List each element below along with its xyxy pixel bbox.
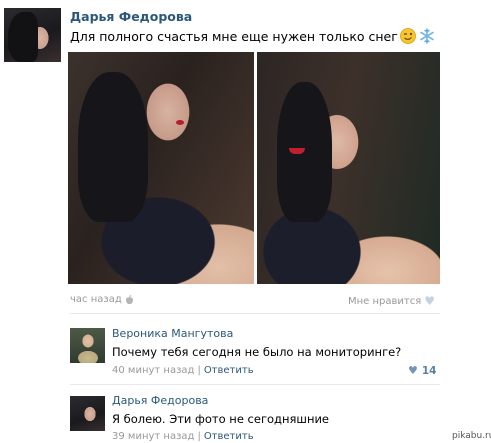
post-like-label: Мне нравится xyxy=(348,295,422,307)
post-meta: час назад xyxy=(70,294,134,305)
comment-like-count: 14 xyxy=(421,364,437,377)
watermark: pikabu.ru xyxy=(450,431,491,441)
comment-text: Я болею. Эти фото не сегодняшние xyxy=(112,412,330,426)
photo1-lips xyxy=(176,120,184,125)
heart-icon: ♥ xyxy=(424,294,436,308)
post-photo-1[interactable] xyxy=(68,52,254,284)
post-time[interactable]: час назад xyxy=(70,294,122,305)
reply-link[interactable]: Ответить xyxy=(204,365,254,376)
comment-avatar[interactable] xyxy=(70,396,105,431)
comment-author-name[interactable]: Вероника Мангутова xyxy=(112,327,233,340)
post-divider xyxy=(70,313,440,314)
apple-icon xyxy=(125,294,133,304)
heart-icon: ♥ xyxy=(408,364,418,377)
comment-meta: 39 минут назад | Ответить xyxy=(112,431,254,442)
comment-separator: | xyxy=(197,365,201,376)
photo1-hair xyxy=(78,72,148,222)
comment-meta: 40 минут назад | Ответить xyxy=(112,365,254,376)
photo2-hair xyxy=(277,82,332,222)
post-author-name[interactable]: Дарья Федорова xyxy=(70,9,192,24)
post-like-button[interactable]: Мне нравится ♥ xyxy=(348,294,435,308)
comment-separator: | xyxy=(197,431,201,442)
comment-like-button[interactable]: ♥ 14 xyxy=(408,364,437,377)
comment-avatar[interactable] xyxy=(70,328,105,363)
wink-emoji-icon xyxy=(399,28,416,44)
snowflake-emoji-icon xyxy=(420,28,434,44)
comment-time[interactable]: 40 минут назад xyxy=(112,365,194,376)
post-photo-2[interactable] xyxy=(257,52,440,284)
comment-author-name[interactable]: Дарья Федорова xyxy=(112,394,208,407)
comment-text: Почему тебя сегодня не было на мониторин… xyxy=(112,345,402,359)
comment-divider xyxy=(70,384,440,385)
author-avatar[interactable] xyxy=(4,8,61,62)
avatar-hair xyxy=(8,12,38,62)
post-text: Для полного счастья мне еще нужен только… xyxy=(70,28,398,44)
reply-link[interactable]: Ответить xyxy=(204,431,254,442)
post-text-row: Для полного счастья мне еще нужен только… xyxy=(70,28,435,44)
comment-time[interactable]: 39 минут назад xyxy=(112,431,194,442)
